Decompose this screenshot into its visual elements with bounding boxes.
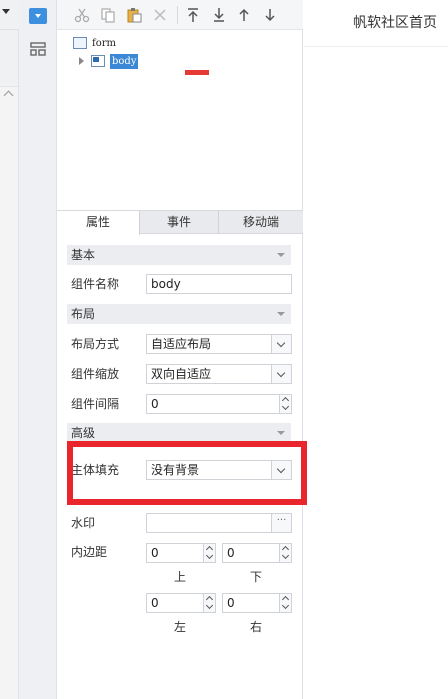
copy-icon[interactable] xyxy=(98,5,118,25)
section-advanced[interactable]: 高级 xyxy=(67,423,291,443)
cut-icon[interactable] xyxy=(72,5,92,25)
padding-right-caption: 右 xyxy=(249,620,262,634)
padding-bottom-caption: 下 xyxy=(249,570,262,584)
collapse-icon[interactable] xyxy=(277,431,285,435)
watermark-input[interactable]: ··· xyxy=(146,513,292,533)
move-top-icon[interactable] xyxy=(183,5,203,25)
section-layout-title: 布局 xyxy=(71,307,96,321)
browser-content-header: 帆软社区首页 xyxy=(304,0,448,47)
tree-node-body[interactable]: body xyxy=(79,53,139,69)
tab-events[interactable]: 事件 xyxy=(140,211,219,234)
spinner-icon[interactable] xyxy=(279,594,291,612)
tree-node-form-label: form xyxy=(92,37,116,49)
widget-properties-panel: form body 属性 事件 移动端 基本 组件名称 body 布局 布局方式… xyxy=(57,0,303,699)
highlight-box xyxy=(67,441,307,505)
layout-mode-select[interactable]: 自适应布局 xyxy=(146,334,292,354)
section-layout[interactable]: 布局 xyxy=(67,304,291,324)
component-name-label: 组件名称 xyxy=(71,277,120,291)
property-tabs: 属性 事件 移动端 xyxy=(57,210,303,235)
component-dropdown-icon[interactable] xyxy=(29,8,47,24)
component-gap-value: 0 xyxy=(151,397,159,411)
padding-bottom-stepper[interactable]: 0 xyxy=(222,543,292,563)
left-panel-header xyxy=(0,0,19,30)
padding-bottom-value: 0 xyxy=(227,546,235,560)
layout-mode-label: 布局方式 xyxy=(71,337,120,351)
spinner-icon[interactable] xyxy=(279,544,291,562)
left-collapsed-panel xyxy=(0,0,19,699)
more-icon[interactable]: ··· xyxy=(271,514,291,532)
left-scrollbar[interactable] xyxy=(0,86,18,699)
chevron-down-icon[interactable] xyxy=(271,365,291,383)
move-down-icon[interactable] xyxy=(260,5,280,25)
component-icon-column xyxy=(19,0,57,699)
edit-toolbar xyxy=(57,0,303,30)
component-name-input[interactable]: body xyxy=(146,274,292,294)
expand-icon[interactable] xyxy=(79,57,84,65)
padding-left-stepper[interactable]: 0 xyxy=(146,593,216,613)
padding-right-stepper[interactable]: 0 xyxy=(222,593,292,613)
section-advanced-title: 高级 xyxy=(71,426,96,440)
padding-label: 内边距 xyxy=(71,545,108,559)
section-basic-title: 基本 xyxy=(71,248,96,262)
padding-top-caption: 上 xyxy=(173,570,186,584)
padding-top-value: 0 xyxy=(151,546,159,560)
tree-node-body-label: body xyxy=(110,53,139,69)
collapse-icon[interactable] xyxy=(277,312,285,316)
collapse-icon[interactable] xyxy=(277,253,285,257)
component-scale-value: 双向自适应 xyxy=(151,367,212,381)
component-scale-select[interactable]: 双向自适应 xyxy=(146,364,292,384)
component-gap-label: 组件间隔 xyxy=(71,397,120,411)
widget-tree: form body xyxy=(57,30,303,210)
padding-top-stepper[interactable]: 0 xyxy=(146,543,216,563)
red-marker xyxy=(185,70,209,75)
move-up-icon[interactable] xyxy=(234,5,254,25)
padding-right-value: 0 xyxy=(227,596,235,610)
padding-left-caption: 左 xyxy=(173,620,186,634)
tree-node-form[interactable]: form xyxy=(73,35,116,51)
tab-mobile[interactable]: 移动端 xyxy=(219,211,303,234)
spinner-icon[interactable] xyxy=(203,544,215,562)
component-scale-label: 组件缩放 xyxy=(71,367,120,381)
spinner-icon[interactable] xyxy=(203,594,215,612)
padding-left-value: 0 xyxy=(151,596,159,610)
paste-icon[interactable] xyxy=(124,5,144,25)
form-icon xyxy=(73,37,87,49)
watermark-label: 水印 xyxy=(71,516,96,530)
body-icon xyxy=(91,55,105,67)
chevron-down-icon[interactable] xyxy=(271,335,291,353)
dropdown-arrow-icon[interactable] xyxy=(2,9,10,14)
tab-properties[interactable]: 属性 xyxy=(57,211,140,235)
section-basic[interactable]: 基本 xyxy=(67,245,291,265)
delete-icon[interactable] xyxy=(150,5,170,25)
layout-mode-value: 自适应布局 xyxy=(151,337,212,351)
toolbar-divider xyxy=(177,6,178,24)
page-title[interactable]: 帆软社区首页 xyxy=(353,12,437,32)
spinner-icon[interactable] xyxy=(279,395,291,413)
component-gap-stepper[interactable]: 0 xyxy=(146,394,292,414)
move-bottom-icon[interactable] xyxy=(209,5,229,25)
layout-icon[interactable] xyxy=(30,42,46,56)
